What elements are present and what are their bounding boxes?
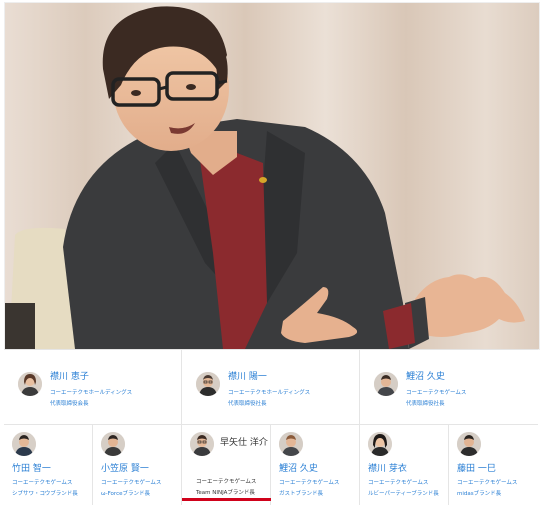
avatar-icon [18, 372, 42, 396]
member-name: 襟川 芽衣 [368, 464, 407, 474]
member-name: 早矢仕 洋介 [220, 438, 268, 448]
member-role: 代表取締役社長 [406, 401, 445, 407]
member-role: シブサワ・コウブランド長 [12, 491, 78, 497]
member-card-kazumi-fujita[interactable]: 藤田 一巳 コーエーテクモゲームス midasブランド長 [449, 425, 535, 505]
member-company: コーエーテクモホールディングス [50, 390, 133, 396]
member-company: コーエーテクモゲームス [279, 480, 340, 486]
member-company: コーエーテクモホールディングス [228, 390, 311, 396]
member-role: 代表取締役会長 [50, 401, 89, 407]
member-card-tomokazu-takeda[interactable]: 竹田 智一 コーエーテクモゲームス シブサワ・コウブランド長 [4, 425, 93, 505]
member-card-yoichi-erikawa[interactable]: 襟川 陽一 コーエーテクモホールディングス 代表取締役社長 [182, 350, 360, 424]
member-company: コーエーテクモゲームス [101, 480, 162, 486]
avatar-icon [12, 432, 36, 456]
member-role: ガストブランド長 [279, 491, 324, 497]
member-role: Team NINJAブランド長 [196, 490, 255, 496]
member-card-hisashi-koinuma-gust[interactable]: 鯉沼 久史 コーエーテクモゲームス ガストブランド長 [271, 425, 360, 505]
member-company: コーエーテクモゲームス [196, 479, 257, 485]
member-card-kenichi-ogasawara[interactable]: 小笠原 賢一 コーエーテクモゲームス ω-Forceブランド長 [93, 425, 182, 505]
member-role: 代表取締役社長 [228, 401, 267, 407]
avatar-icon [101, 432, 125, 456]
avatar-icon [279, 432, 303, 456]
active-underline [182, 498, 271, 501]
member-company: コーエーテクモゲームス [457, 480, 518, 486]
avatar-icon [457, 432, 481, 456]
member-name: 鯉沼 久史 [279, 464, 318, 474]
hero-photo [4, 2, 540, 350]
member-name: 竹田 智一 [12, 464, 51, 474]
member-name: 小笠原 賢一 [101, 464, 149, 474]
avatar-icon [190, 432, 214, 456]
avatar-icon [368, 432, 392, 456]
member-company: コーエーテクモゲームス [406, 390, 467, 396]
member-grid: 襟川 恵子 コーエーテクモホールディングス 代表取締役会長 襟川 陽一 コーエー… [4, 349, 538, 506]
member-company: コーエーテクモゲームス [12, 480, 73, 486]
member-name: 鯉沼 久史 [406, 372, 445, 382]
member-role: midasブランド長 [457, 491, 502, 497]
member-name: 襟川 恵子 [50, 372, 89, 382]
member-row-bottom: 竹田 智一 コーエーテクモゲームス シブサワ・コウブランド長 小笠原 賢一 コー… [4, 425, 538, 505]
member-name: 襟川 陽一 [228, 372, 267, 382]
member-card-yosuke-hayashi-active[interactable]: 早矢仕 洋介 コーエーテクモゲームス Team NINJAブランド長 [182, 425, 271, 505]
member-company: コーエーテクモゲームス [368, 480, 429, 486]
page: 襟川 恵子 コーエーテクモホールディングス 代表取締役会長 襟川 陽一 コーエー… [0, 0, 542, 505]
member-name: 藤田 一巳 [457, 464, 496, 474]
member-role: ルビーパーティーブランド長 [368, 491, 439, 497]
member-card-keiko-erikawa[interactable]: 襟川 恵子 コーエーテクモホールディングス 代表取締役会長 [4, 350, 182, 424]
avatar-icon [374, 372, 398, 396]
interview-photo-image [5, 3, 539, 349]
avatar-icon [196, 372, 220, 396]
member-row-top: 襟川 恵子 コーエーテクモホールディングス 代表取締役会長 襟川 陽一 コーエー… [4, 350, 538, 425]
member-card-hisashi-koinuma[interactable]: 鯉沼 久史 コーエーテクモゲームス 代表取締役社長 [360, 350, 538, 424]
member-role: ω-Forceブランド長 [101, 491, 150, 497]
member-card-mei-erikawa[interactable]: 襟川 芽衣 コーエーテクモゲームス ルビーパーティーブランド長 [360, 425, 449, 505]
